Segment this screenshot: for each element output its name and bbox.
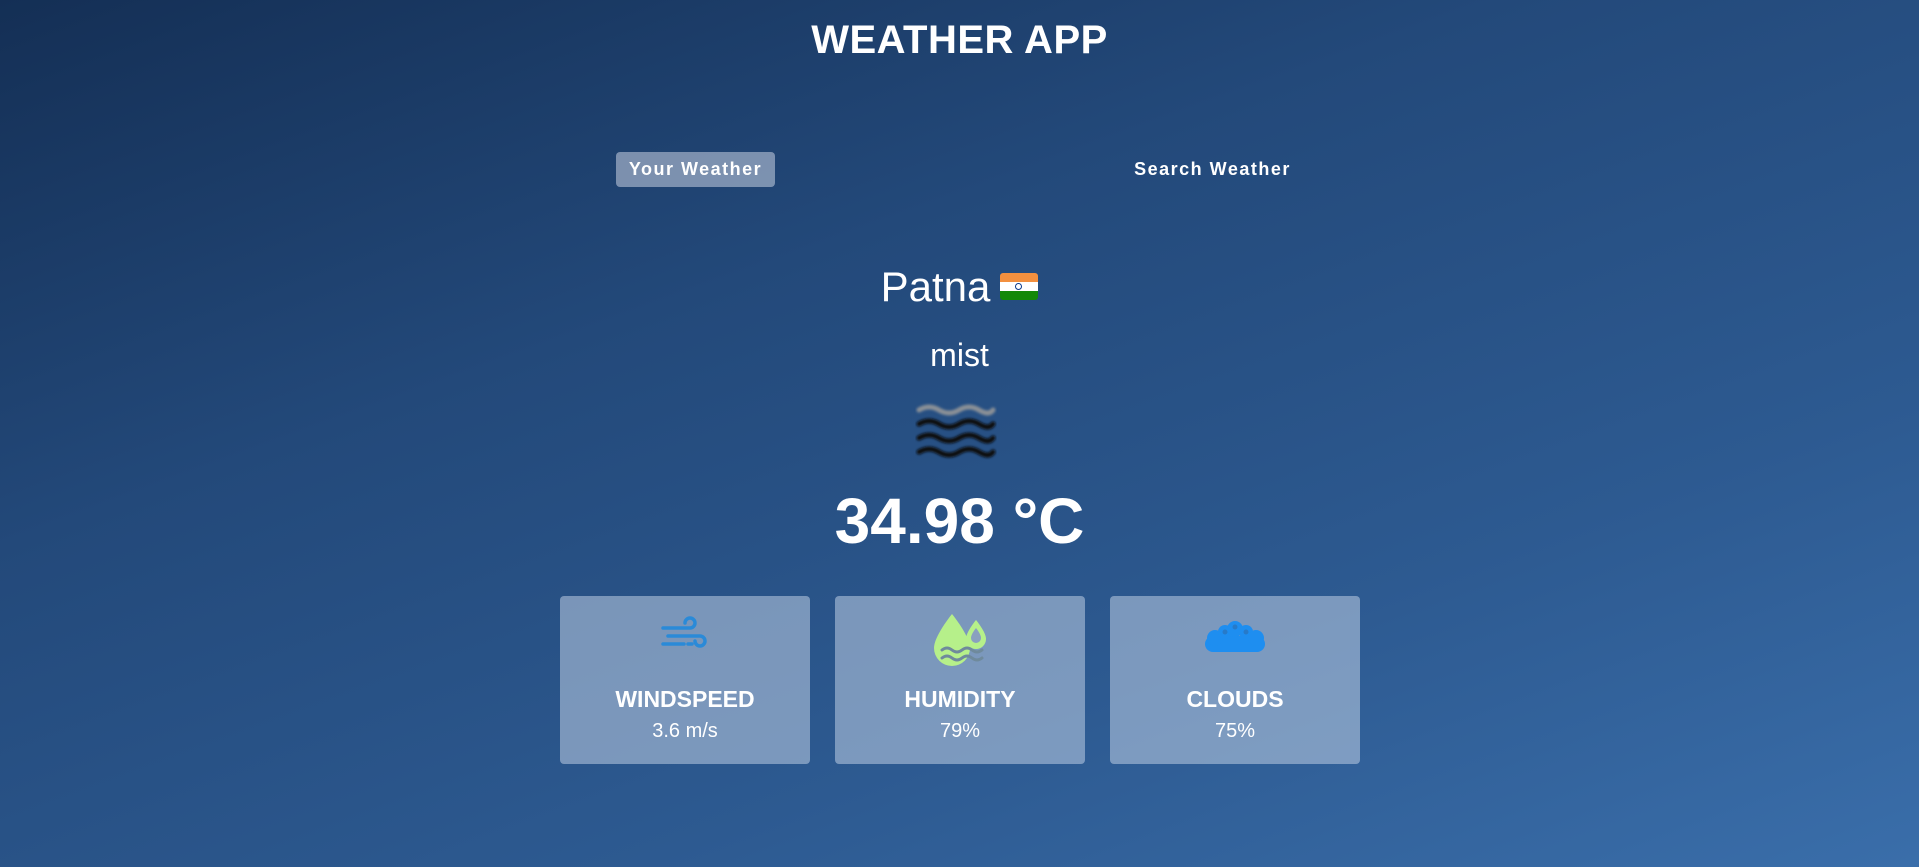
india-flag-icon [1000, 273, 1039, 301]
humidity-value: 79% [939, 720, 981, 742]
city-name: Patna [880, 263, 991, 310]
clouds-label: CLOUDS [1186, 686, 1284, 712]
clouds-card: CLOUDS 75% [1110, 596, 1360, 764]
mist-icon [916, 404, 996, 458]
windspeed-value: 3.6 m/s [652, 720, 718, 742]
location-row: Patna [0, 263, 1919, 311]
humidity-label: HUMIDITY [904, 686, 1016, 712]
windspeed-label: WINDSPEED [615, 686, 755, 712]
windspeed-card: WINDSPEED 3.6 m/s [560, 596, 810, 764]
tab-search-weather[interactable]: Search Weather [1120, 152, 1305, 187]
humidity-card: HUMIDITY 79% [835, 596, 1085, 764]
clouds-icon [1205, 621, 1265, 652]
tab-bar: Your Weather Search Weather [0, 152, 1919, 187]
temperature: 34.98 °C [834, 485, 1085, 557]
clouds-value: 75% [1214, 720, 1256, 742]
app-title: WEATHER APP [811, 18, 1108, 62]
humidity-icon [934, 614, 986, 666]
wind-icon [661, 616, 707, 648]
tab-your-weather[interactable]: Your Weather [616, 152, 775, 187]
weather-condition: mist [930, 337, 989, 373]
